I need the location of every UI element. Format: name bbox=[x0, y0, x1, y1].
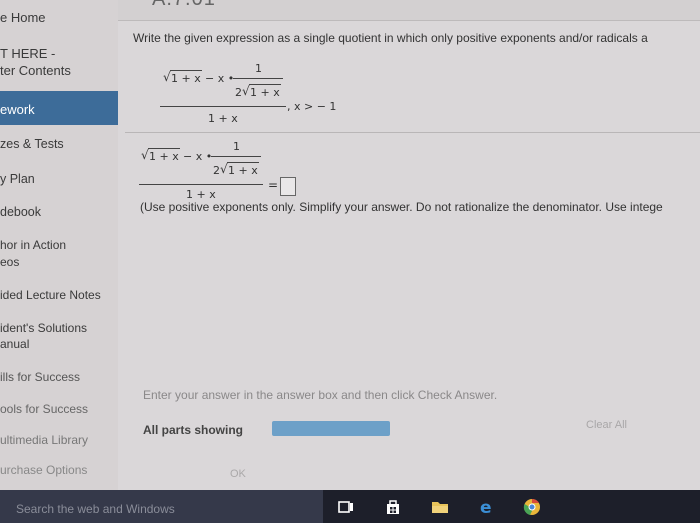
domain-condition: , x > − 1 bbox=[287, 100, 337, 113]
question-title: A.7.01 bbox=[152, 0, 216, 11]
clear-all-button[interactable]: Clear All bbox=[586, 419, 627, 431]
taskbar-search-placeholder: Search the web and Windows bbox=[16, 502, 175, 516]
sidebar-item-manual-line: anual bbox=[0, 337, 30, 351]
file-explorer-icon[interactable] bbox=[431, 498, 449, 516]
inner-sqrt-symbol: √ bbox=[242, 84, 250, 98]
taskbar-search-box[interactable]: Search the web and Windows bbox=[0, 490, 323, 523]
answer-main-fraction-bar bbox=[139, 184, 263, 185]
inner-denominator-arg: 1 + x bbox=[250, 86, 280, 99]
sidebar-item-tools-for-success[interactable]: ools for Success bbox=[0, 402, 88, 417]
answer-minus-x-term: − x • bbox=[183, 150, 213, 163]
inner-fraction-bar bbox=[233, 78, 283, 79]
sidebar-item-multimedia-library[interactable]: ultimedia Library bbox=[0, 433, 88, 448]
sidebar-item-start-here[interactable]: T HERE - bbox=[0, 46, 55, 61]
sidebar-item-skills-for-success[interactable]: ills for Success bbox=[0, 370, 80, 385]
progress-bar bbox=[272, 421, 390, 436]
sidebar-item-purchase-options[interactable]: urchase Options bbox=[0, 463, 87, 478]
answer-sqrt-symbol: √ bbox=[141, 148, 149, 162]
sidebar-item-study-plan[interactable]: y Plan bbox=[0, 172, 35, 187]
answer-inner-denominator-coef: 2 bbox=[213, 164, 220, 177]
inner-fraction-numerator: 1 bbox=[255, 62, 262, 75]
answer-sqrt-vinculum bbox=[148, 148, 180, 149]
sidebar-item-homework[interactable]: ework bbox=[0, 102, 35, 117]
svg-text:e: e bbox=[480, 498, 492, 516]
sidebar-item-guided-lecture-notes[interactable]: ided Lecture Notes bbox=[0, 288, 101, 303]
answer-sqrt-argument: 1 + x bbox=[149, 150, 179, 163]
equals-sign: = bbox=[268, 178, 279, 192]
main-fraction-bar bbox=[160, 106, 286, 107]
minus-x-term: − x • bbox=[205, 72, 235, 85]
sidebar-item-videos-line: eos bbox=[0, 255, 20, 269]
sidebar-item-chapter-contents[interactable]: ter Contents bbox=[0, 63, 71, 78]
sqrt-vinculum bbox=[170, 70, 202, 71]
parts-showing-label: All parts showing bbox=[143, 423, 244, 437]
ok-button[interactable]: OK bbox=[230, 468, 246, 480]
sqrt-argument: 1 + x bbox=[171, 72, 201, 85]
answer-inner-fraction-bar bbox=[211, 156, 261, 157]
answer-instructions: (Use positive exponents only. Simplify y… bbox=[140, 200, 663, 214]
main-denominator: 1 + x bbox=[208, 112, 238, 125]
sidebar-item-quizzes-tests[interactable]: zes & Tests bbox=[0, 137, 64, 152]
chrome-icon[interactable] bbox=[523, 498, 541, 516]
answer-hint: Enter your answer in the answer box and … bbox=[143, 388, 498, 402]
sqrt-symbol: √ bbox=[163, 70, 171, 84]
store-icon[interactable] bbox=[384, 498, 402, 516]
answer-inner-numerator: 1 bbox=[233, 140, 240, 153]
sidebar-item-home[interactable]: e Home bbox=[0, 10, 46, 25]
answer-inner-sqrt-vinculum bbox=[227, 162, 259, 163]
task-view-icon[interactable] bbox=[337, 498, 355, 516]
sidebar-item-gradebook[interactable]: debook bbox=[0, 205, 41, 220]
sidebar-item-author-in-action[interactable]: hor in Action bbox=[0, 238, 66, 253]
section-divider bbox=[125, 132, 700, 133]
edge-icon[interactable]: e bbox=[478, 498, 496, 516]
question-instruction: Write the given expression as a single q… bbox=[133, 31, 648, 45]
inner-denominator-coef: 2 bbox=[235, 86, 242, 99]
sidebar-item-students-solutions[interactable]: ident's Solutions bbox=[0, 321, 87, 336]
answer-inner-sqrt-symbol: √ bbox=[220, 162, 228, 176]
inner-sqrt-vinculum bbox=[249, 84, 281, 85]
answer-inner-denominator-arg: 1 + x bbox=[228, 164, 258, 177]
answer-input-box[interactable] bbox=[280, 177, 296, 196]
